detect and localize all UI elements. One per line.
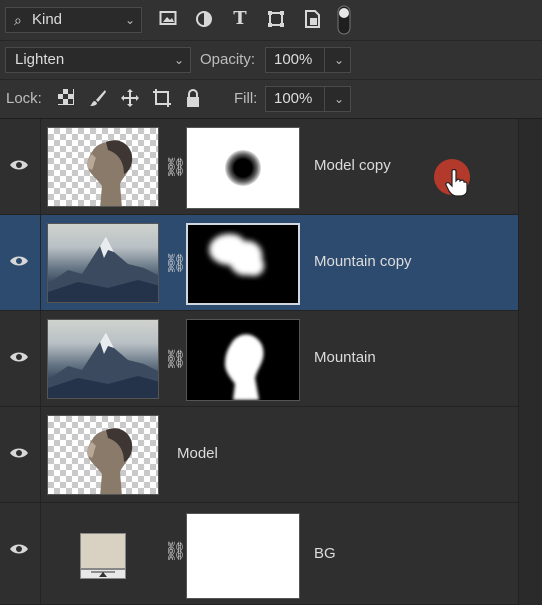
mask-link-icon[interactable]: ⛓ [164, 541, 187, 562]
mask-link-icon[interactable]: ⛓ [164, 157, 187, 178]
mountain-image [48, 236, 158, 302]
mountain-image [48, 332, 158, 398]
portrait-image [87, 140, 133, 206]
layer-row-mountain-copy[interactable]: ⛓ Mountain copy [0, 215, 518, 311]
lock-paint-icon[interactable] [89, 89, 107, 113]
shape-filter-icon[interactable] [266, 10, 286, 34]
visibility-column [0, 215, 41, 310]
eye-icon[interactable] [9, 159, 29, 171]
lock-position-icon[interactable] [120, 88, 140, 114]
layer-thumbnail[interactable] [47, 127, 159, 207]
fill-color-swatch [80, 533, 126, 569]
opacity-field[interactable]: 100% ⌄ [265, 47, 351, 73]
fill-slider-icon [80, 569, 126, 579]
layer-row-model[interactable]: Model [0, 407, 518, 503]
opacity-value: 100% [274, 51, 313, 68]
blend-mode-dropdown[interactable]: Lighten ⌄ [5, 47, 191, 73]
lock-transparent-icon[interactable] [57, 89, 75, 111]
eye-icon[interactable] [9, 543, 29, 555]
layers-list: ⛓ Model copy ⛓ Mountain copy ⛓ Mountain … [0, 119, 542, 605]
opacity-chevron-icon[interactable]: ⌄ [334, 48, 344, 72]
chevron-down-icon: ⌄ [173, 53, 184, 67]
visibility-column [0, 407, 41, 502]
layer-row-model-copy[interactable]: ⛓ Model copy [0, 119, 518, 215]
fill-chevron-icon[interactable]: ⌄ [334, 87, 344, 111]
layer-mask-thumbnail[interactable] [186, 127, 300, 209]
blend-mode-value: Lighten [15, 51, 65, 68]
mask-link-icon[interactable]: ⛓ [164, 253, 187, 274]
eye-icon[interactable] [9, 447, 29, 459]
fill-layer-thumbnail[interactable] [80, 533, 126, 579]
lock-bar: Lock: Fill: 100% ⌄ [0, 80, 542, 119]
layer-mask-thumbnail[interactable] [186, 223, 300, 305]
kind-filter-dropdown[interactable]: ⌕ Kind ⌄ [5, 7, 142, 33]
divider [324, 87, 325, 111]
divider [324, 48, 325, 72]
fill-label: Fill: [234, 90, 258, 107]
kind-filter-label: Kind [32, 11, 63, 28]
visibility-column [0, 119, 41, 214]
blend-bar: Lighten ⌄ Opacity: 100% ⌄ [0, 41, 542, 80]
eye-icon[interactable] [9, 255, 29, 267]
mask-head-silhouette [225, 334, 264, 400]
fill-value: 100% [274, 90, 313, 107]
filter-toggle-icon[interactable] [336, 5, 352, 41]
mask-link-icon[interactable]: ⛓ [164, 349, 187, 370]
eye-icon[interactable] [9, 351, 29, 363]
visibility-column [0, 503, 41, 604]
mask-dot [225, 150, 261, 186]
type-filter-icon[interactable]: T [230, 9, 250, 29]
layer-name[interactable]: Mountain [314, 349, 376, 366]
layer-mask-thumbnail[interactable] [186, 319, 300, 401]
adjustment-filter-icon[interactable] [194, 10, 214, 34]
layers-scrollbar[interactable] [518, 119, 542, 605]
hand-cursor-icon [445, 169, 468, 197]
image-filter-icon[interactable] [158, 10, 178, 32]
smart-object-filter-icon[interactable] [302, 10, 322, 34]
lock-label: Lock: [6, 90, 42, 107]
fill-field[interactable]: 100% ⌄ [265, 86, 351, 112]
portrait-image [87, 428, 133, 494]
layer-name[interactable]: Mountain copy [314, 253, 412, 270]
layer-name[interactable]: BG [314, 545, 336, 562]
layer-thumbnail[interactable] [47, 319, 159, 399]
layer-row-bg[interactable]: ⛓ BG [0, 503, 518, 605]
chevron-down-icon: ⌄ [124, 13, 135, 27]
layer-name[interactable]: Model copy [314, 157, 391, 174]
layer-mask-thumbnail[interactable] [186, 513, 300, 599]
layer-filter-bar: ⌕ Kind ⌄ T [0, 0, 542, 41]
layer-thumbnail[interactable] [47, 223, 159, 303]
opacity-label: Opacity: [200, 51, 256, 68]
lock-artboard-icon[interactable] [152, 88, 172, 114]
layer-thumbnail[interactable] [47, 415, 159, 495]
layer-name[interactable]: Model [177, 445, 218, 462]
mask-blob [209, 233, 265, 276]
layer-row-mountain[interactable]: ⛓ Mountain [0, 311, 518, 407]
lock-all-icon[interactable] [184, 88, 202, 114]
visibility-column [0, 311, 41, 406]
search-icon: ⌕ [14, 12, 22, 28]
